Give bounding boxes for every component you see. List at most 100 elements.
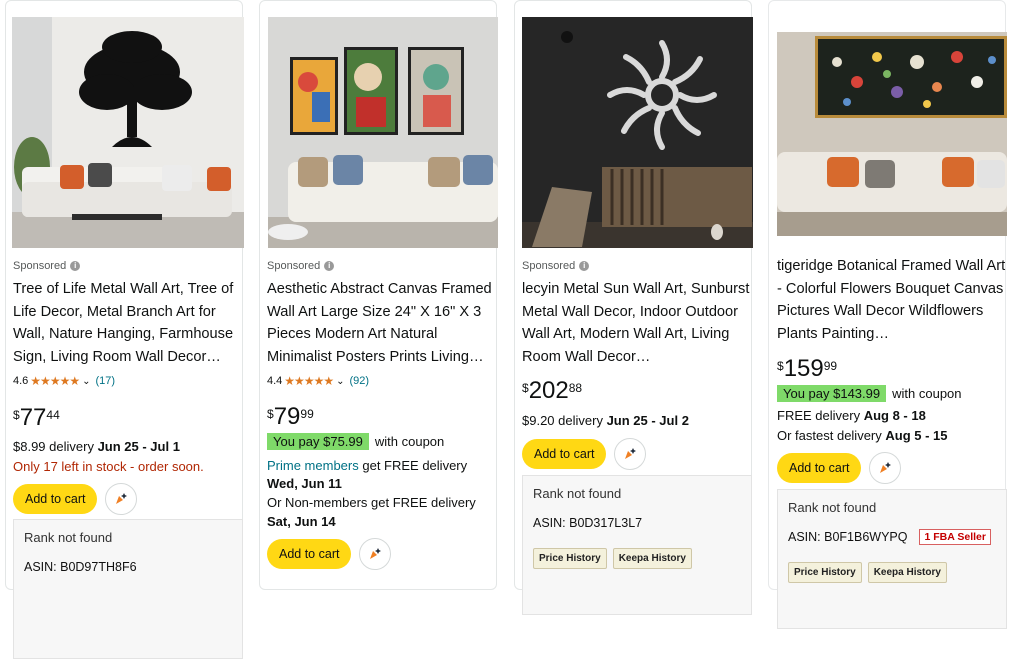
sponsored-text: Sponsored — [267, 260, 321, 272]
sponsored-label[interactable]: Sponsored i — [13, 260, 81, 272]
product-card: Sponsored i Tree of Life Metal Wall Art,… — [5, 0, 245, 659]
product-card: Sponsored i lecyin Metal Sun Wall Art, S… — [514, 0, 754, 615]
cart-row: Add to cart — [777, 452, 902, 484]
add-to-cart-button[interactable]: Add to cart — [267, 539, 352, 569]
product-card: tigeridge Botanical Framed Wall Art - Co… — [768, 0, 1009, 629]
star-rating-icon: ★★★★★ — [284, 374, 334, 388]
prime-delivery: Prime members get FREE delivery — [267, 458, 467, 474]
asin-text: ASIN: B0D97TH8F6 — [24, 560, 137, 574]
extension-panel: Rank not found ASIN: B0F1B6WYPQ 1 FBA Se… — [777, 489, 1007, 629]
price-fraction: 99 — [823, 359, 838, 373]
price: $ 79 99 — [267, 404, 314, 430]
fastest-delivery-dates: Aug 5 - 15 — [885, 428, 948, 443]
stock-warning: Only 17 left in stock - order soon. — [13, 459, 204, 474]
rating-row[interactable]: 4.6 ★★★★★ ⌄ (17) — [13, 374, 115, 388]
delivery-prefix: $8.99 delivery — [13, 439, 98, 454]
price-fraction: 44 — [46, 408, 60, 422]
with-coupon-text: with coupon — [374, 434, 445, 449]
price-symbol: $ — [13, 408, 20, 422]
info-icon[interactable]: i — [324, 261, 335, 271]
keepa-history-button[interactable]: Keepa History — [612, 548, 692, 569]
delivery-prefix: $9.20 delivery — [522, 413, 607, 428]
delivery-dates: Jun 25 - Jul 1 — [97, 439, 180, 454]
metal-sun-image — [522, 17, 753, 248]
rufus-ai-icon[interactable] — [614, 438, 647, 470]
price-symbol: $ — [522, 381, 529, 395]
product-title[interactable]: Aesthetic Abstract Canvas Framed Wall Ar… — [267, 278, 499, 368]
asin-text: ASIN: B0F1B6WYPQ — [788, 530, 908, 544]
cart-row: Add to cart — [13, 483, 138, 515]
product-title[interactable]: Tree of Life Metal Wall Art, Tree of Lif… — [13, 278, 245, 368]
asin-row: ASIN: B0F1B6WYPQ 1 FBA Seller — [788, 529, 991, 545]
sponsored-text: Sponsored — [522, 260, 576, 272]
product-image[interactable] — [777, 32, 1007, 236]
with-coupon-text: with coupon — [892, 386, 962, 401]
delivery-info: $8.99 delivery Jun 25 - Jul 1 — [13, 439, 180, 455]
extension-panel: Rank not found ASIN: B0D97TH8F6 — [13, 519, 243, 659]
you-pay-badge: You pay $75.99 — [267, 433, 369, 450]
price: $ 159 99 — [777, 356, 837, 382]
fastest-delivery-text: Or fastest delivery — [777, 428, 886, 443]
chevron-down-icon[interactable]: ⌄ — [336, 376, 344, 387]
review-count[interactable]: (17) — [95, 375, 115, 387]
cart-row: Add to cart — [267, 538, 392, 570]
price-symbol: $ — [267, 407, 274, 421]
price-history-button[interactable]: Price History — [788, 562, 862, 583]
review-count[interactable]: (92) — [349, 375, 369, 387]
abstract-canvas-image — [268, 17, 498, 248]
rank-text: Rank not found — [788, 500, 877, 515]
asin-text: ASIN: B0D317L3L7 — [533, 516, 643, 530]
chevron-down-icon[interactable]: ⌄ — [82, 376, 90, 387]
product-image[interactable] — [268, 17, 498, 248]
product-title[interactable]: lecyin Metal Sun Wall Art, Sunburst Meta… — [522, 278, 754, 368]
add-to-cart-button[interactable]: Add to cart — [13, 484, 98, 514]
info-icon[interactable]: i — [579, 261, 590, 271]
sponsored-text: Sponsored — [13, 260, 67, 272]
rank-text: Rank not found — [533, 486, 622, 501]
price: $ 202 88 — [522, 378, 582, 404]
free-delivery: FREE delivery Aug 8 - 18 — [777, 408, 926, 424]
rufus-ai-icon[interactable] — [359, 538, 392, 570]
keepa-history-button[interactable]: Keepa History — [867, 562, 947, 583]
price-fraction: 99 — [300, 407, 314, 421]
price-whole: 159 — [783, 355, 824, 382]
history-buttons: Price History Keepa History — [533, 548, 692, 569]
add-to-cart-button[interactable]: Add to cart — [522, 439, 607, 469]
add-to-cart-button[interactable]: Add to cart — [777, 453, 862, 483]
sponsored-label[interactable]: Sponsored i — [267, 260, 335, 272]
free-delivery-text: FREE delivery — [777, 408, 864, 423]
fastest-delivery: Or fastest delivery Aug 5 - 15 — [777, 428, 948, 444]
rating-row[interactable]: 4.4 ★★★★★ ⌄ (92) — [267, 374, 369, 388]
product-card: Sponsored i Aesthetic Abstract Canvas Fr… — [259, 0, 499, 590]
extension-panel: Rank not found ASIN: B0D317L3L7 Price Hi… — [522, 475, 752, 615]
price: $ 77 44 — [13, 405, 60, 431]
info-icon[interactable]: i — [70, 261, 81, 271]
rating-value: 4.6 — [13, 375, 29, 387]
rank-text: Rank not found — [24, 530, 113, 545]
cart-row: Add to cart — [522, 438, 647, 470]
price-whole: 202 — [528, 377, 569, 404]
product-title[interactable]: tigeridge Botanical Framed Wall Art - Co… — [777, 255, 1009, 345]
coupon-row: You pay $143.99 with coupon — [777, 385, 962, 402]
price-whole: 77 — [19, 404, 47, 431]
product-image[interactable] — [522, 17, 753, 248]
delivery-dates: Jun 25 - Jul 2 — [606, 413, 689, 428]
coupon-row: You pay $75.99 with coupon — [267, 433, 444, 450]
sponsored-label[interactable]: Sponsored i — [522, 260, 590, 272]
price-history-button[interactable]: Price History — [533, 548, 607, 569]
rufus-ai-icon[interactable] — [869, 452, 902, 484]
rufus-ai-icon[interactable] — [105, 483, 138, 515]
price-fraction: 88 — [568, 381, 583, 395]
nonmember-delivery-date: Sat, Jun 14 — [267, 514, 336, 529]
fba-seller-badge[interactable]: 1 FBA Seller — [919, 529, 991, 545]
nonmember-delivery: Or Non-members get FREE delivery — [267, 495, 476, 510]
free-delivery-dates: Aug 8 - 18 — [863, 408, 926, 423]
product-image[interactable] — [12, 17, 244, 248]
you-pay-badge: You pay $143.99 — [777, 385, 887, 402]
price-symbol: $ — [777, 359, 784, 373]
prime-delivery-text: get FREE delivery — [358, 458, 468, 473]
prime-members-link[interactable]: Prime members — [267, 458, 359, 473]
history-buttons: Price History Keepa History — [788, 562, 947, 583]
price-whole: 79 — [273, 403, 301, 430]
rating-value: 4.4 — [267, 375, 283, 387]
